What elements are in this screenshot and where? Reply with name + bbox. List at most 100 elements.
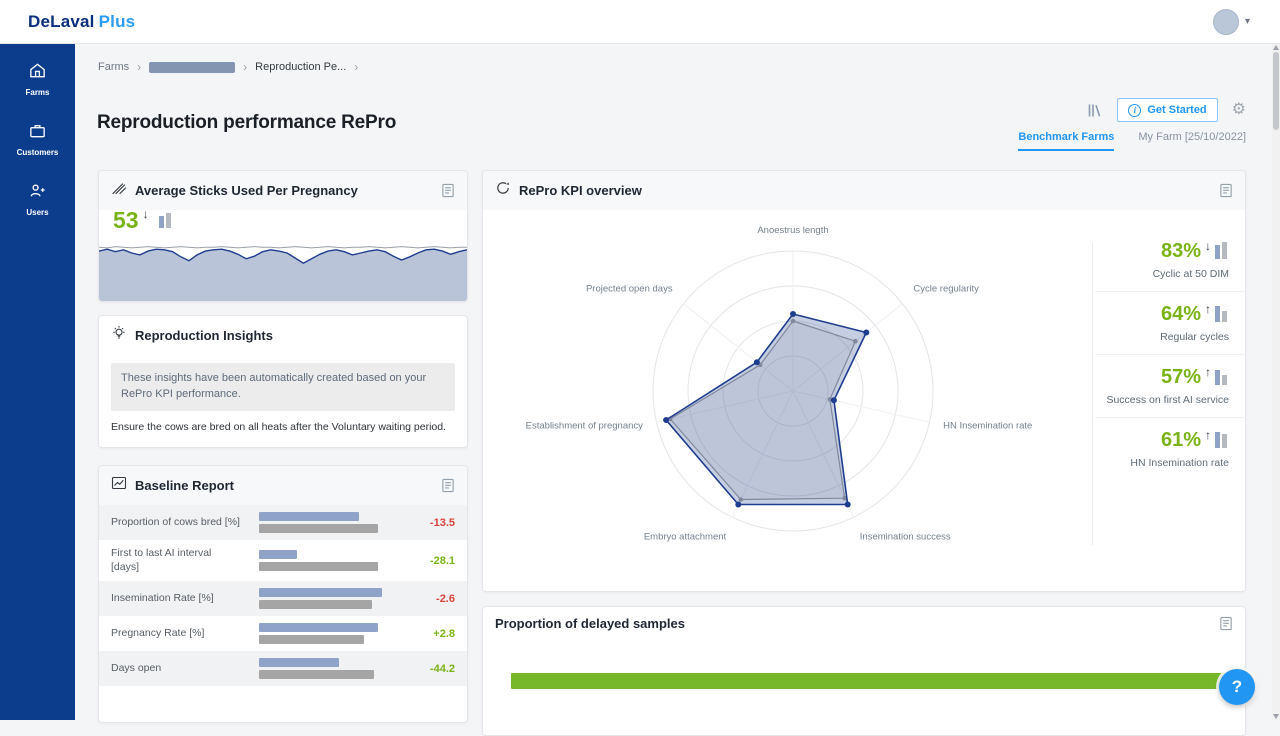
help-button[interactable]: ? <box>1219 669 1255 705</box>
line-chart-icon <box>111 475 127 496</box>
app-logo[interactable]: DeLavalPlus <box>28 12 135 32</box>
kpi-overview-icon <box>495 180 511 201</box>
baseline-row: First to last AI interval [days] -28.1 <box>99 540 467 581</box>
card-title: Average Sticks Used Per Pregnancy <box>135 183 358 198</box>
sidebar-item-label: Customers <box>17 148 59 157</box>
card-title: Proportion of delayed samples <box>495 616 685 631</box>
card-header: Average Sticks Used Per Pregnancy <box>99 171 467 210</box>
card-repro-kpi-overview: RePro KPI overview Anoestrus length Cycle… <box>482 170 1246 592</box>
brand-plus: Plus <box>99 12 136 31</box>
card-header: Baseline Report <box>99 466 467 505</box>
kpi-item-hn-insemination-rate: 61% ↑ HN Insemination rate <box>1095 418 1245 480</box>
sticks-icon <box>111 180 127 201</box>
kpi-item-cyclic-50-dim: 83% ↓ Cyclic at 50 DIM <box>1095 229 1245 292</box>
chevron-down-icon[interactable]: ▾ <box>1245 16 1250 27</box>
baseline-row-bars <box>259 623 384 644</box>
baseline-row-bars <box>259 658 384 679</box>
baseline-bar-farm <box>259 623 378 632</box>
svg-text:HN Insemination rate: HN Insemination rate <box>943 421 1032 432</box>
kpi-list: 83% ↓ Cyclic at 50 DIM 64% ↑ Regular cyc… <box>1095 229 1245 480</box>
lightbulb-icon <box>111 325 127 346</box>
svg-text:Anoestrus length: Anoestrus length <box>757 225 828 236</box>
baseline-rows: Proportion of cows bred [%] -13.5 First … <box>99 505 467 686</box>
tab-benchmark-farms[interactable]: Benchmark Farms <box>1018 131 1114 151</box>
baseline-row-bars <box>259 512 384 533</box>
scrollbar-thumb[interactable] <box>1273 52 1279 130</box>
trend-down-arrow-icon: ↓ <box>143 207 149 221</box>
baseline-row-label: First to last AI interval [days] <box>111 547 241 574</box>
insight-message-text: Ensure the cows are bred on all heats af… <box>99 419 467 435</box>
trend-up-arrow-icon: ↑ <box>1205 302 1211 316</box>
avatar[interactable] <box>1213 9 1239 35</box>
baseline-bar-benchmark <box>259 670 374 679</box>
baseline-row-label: Pregnancy Rate [%] <box>111 627 241 641</box>
header-controls: i Get Started ⚙ <box>1086 98 1246 122</box>
mini-bar-chart-icon <box>1215 430 1229 453</box>
divider <box>1092 243 1093 545</box>
report-doc-icon[interactable] <box>1219 616 1233 631</box>
scrollbar[interactable] <box>1272 44 1280 720</box>
get-started-button[interactable]: i Get Started <box>1117 98 1217 122</box>
kpi-value: 57% <box>1161 367 1201 387</box>
baseline-bar-benchmark <box>259 562 378 571</box>
baseline-row-bars <box>259 588 384 609</box>
trend-up-arrow-icon: ↑ <box>1205 428 1211 442</box>
baseline-bar-farm <box>259 658 339 667</box>
card-title: Baseline Report <box>135 478 234 493</box>
baseline-bar-benchmark <box>259 635 364 644</box>
chevron-right-icon: › <box>243 60 247 74</box>
svg-text:Embryo attachment: Embryo attachment <box>644 532 727 543</box>
gear-icon[interactable]: ⚙ <box>1232 102 1246 118</box>
page-title: Reproduction performance RePro <box>97 112 396 134</box>
report-doc-icon[interactable] <box>441 183 455 198</box>
baseline-row-bars <box>259 550 384 571</box>
sidebar-item-farms[interactable]: Farms <box>0 56 75 102</box>
card-header: Reproduction Insights <box>99 316 467 355</box>
report-doc-icon[interactable] <box>441 478 455 493</box>
kpi-label: Regular cycles <box>1095 331 1229 343</box>
sidebar: Farms Customers Users <box>0 44 75 720</box>
baseline-row-label: Insemination Rate [%] <box>111 592 241 606</box>
card-delayed-samples: Proportion of delayed samples <box>482 606 1246 736</box>
kpi-value: 64% <box>1161 304 1201 324</box>
breadcrumb-farm-name-redacted[interactable] <box>149 62 235 73</box>
svg-text:Cycle regularity: Cycle regularity <box>913 284 979 295</box>
card-header: Proportion of delayed samples <box>483 607 1245 640</box>
mini-bar-chart-icon <box>1215 241 1229 264</box>
scroll-up-arrow-icon[interactable] <box>1273 45 1279 50</box>
kpi-label: HN Insemination rate <box>1095 457 1229 469</box>
baseline-row-label: Proportion of cows bred [%] <box>111 516 241 530</box>
sidebar-item-users[interactable]: Users <box>0 176 75 222</box>
report-doc-icon[interactable] <box>1219 183 1233 198</box>
kpi-item-regular-cycles: 64% ↑ Regular cycles <box>1095 292 1245 355</box>
benchmark-library-icon[interactable] <box>1086 102 1103 119</box>
baseline-row: Days open -44.2 <box>99 651 467 686</box>
help-label: ? <box>1232 677 1242 697</box>
baseline-row-value: -13.5 <box>430 517 455 529</box>
baseline-bar-farm <box>259 512 359 521</box>
baseline-row-value: -2.6 <box>436 593 455 605</box>
baseline-row: Pregnancy Rate [%] +2.8 <box>99 616 467 651</box>
get-started-label: Get Started <box>1147 104 1206 116</box>
users-icon <box>28 181 47 205</box>
user-menu[interactable]: ▾ <box>1213 9 1250 35</box>
svg-text:Insemination success: Insemination success <box>860 532 951 543</box>
insight-highlight-text: These insights have been automatically c… <box>111 363 455 411</box>
tab-my-farm[interactable]: My Farm [25/10/2022] <box>1138 131 1246 151</box>
sidebar-item-label: Users <box>26 208 48 217</box>
info-icon: i <box>1128 104 1141 117</box>
kpi-label: Cyclic at 50 DIM <box>1095 268 1229 280</box>
breadcrumb-current-page[interactable]: Reproduction Pe... <box>255 61 346 73</box>
baseline-row-value: +2.8 <box>433 628 455 640</box>
average-sticks-value: 53 <box>113 209 139 232</box>
kpi-value: 61% <box>1161 430 1201 450</box>
scroll-down-arrow-icon[interactable] <box>1273 714 1279 719</box>
card-title: Reproduction Insights <box>135 328 273 343</box>
chevron-right-icon: › <box>354 60 358 74</box>
kpi-item-success-first-ai: 57% ↑ Success on first AI service <box>1095 355 1245 418</box>
sidebar-item-customers[interactable]: Customers <box>0 116 75 162</box>
card-title: RePro KPI overview <box>519 183 642 198</box>
customers-icon <box>28 121 47 145</box>
baseline-row: Insemination Rate [%] -2.6 <box>99 581 467 616</box>
breadcrumb-farms[interactable]: Farms <box>98 61 129 73</box>
